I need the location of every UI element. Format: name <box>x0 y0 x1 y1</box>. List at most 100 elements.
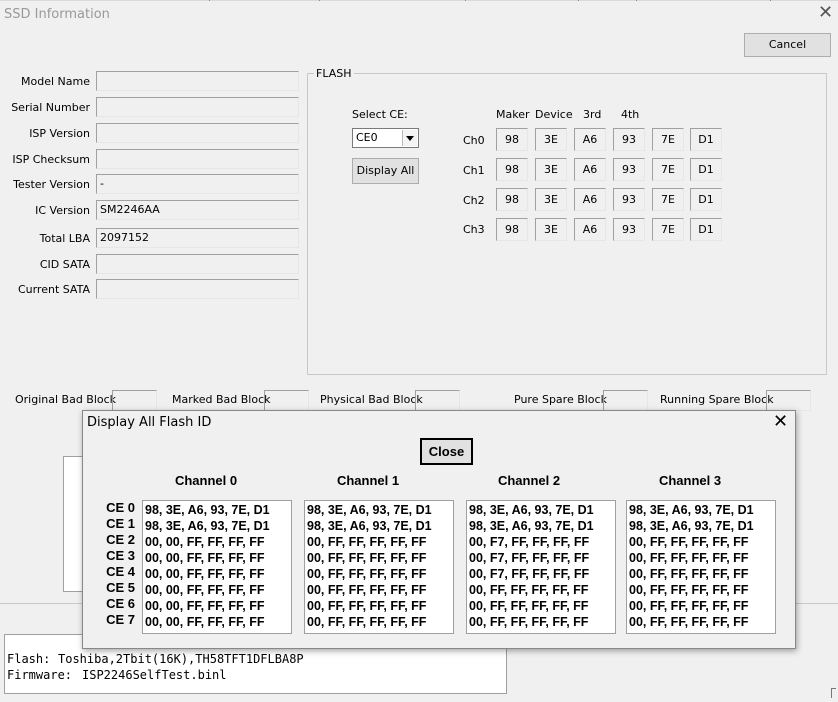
total-lba-field[interactable]: 2097152 <box>96 228 299 248</box>
ch1-byte-5[interactable]: 7E <box>652 158 684 181</box>
total-lba-label: Total LBA <box>39 232 90 245</box>
channel-3-id-list[interactable]: 98, 3E, A6, 93, 7E, D1 98, 3E, A6, 93, 7… <box>626 500 776 634</box>
channel-2-id-list[interactable]: 98, 3E, A6, 93, 7E, D1 98, 3E, A6, 93, 7… <box>466 500 616 634</box>
ch3-byte-3[interactable]: A6 <box>574 218 606 241</box>
ch3-byte-2[interactable]: 3E <box>535 218 567 241</box>
column-header-device: Device <box>535 108 573 121</box>
ch0-byte-4[interactable]: 93 <box>613 128 645 151</box>
isp-checksum-field[interactable] <box>96 149 299 169</box>
firmware-info-value: ISP2246SelfTest.binl <box>82 668 227 682</box>
marked-bad-block-label: Marked Bad Block <box>172 393 271 406</box>
list-item: 98, 3E, A6, 93, 7E, D1 <box>469 519 594 533</box>
display-all-flash-id-dialog: Display All Flash ID ✕ Close Channel 0 C… <box>82 410 796 649</box>
ch3-byte-4[interactable]: 93 <box>613 218 645 241</box>
list-item: 00, FF, FF, FF, FF, FF <box>307 583 427 597</box>
close-button[interactable]: Close <box>420 438 473 465</box>
tester-version-field[interactable]: - <box>96 174 299 194</box>
ch0-byte-6[interactable]: D1 <box>690 128 722 151</box>
serial-number-label: Serial Number <box>11 101 90 114</box>
list-item: 00, FF, FF, FF, FF, FF <box>469 615 589 629</box>
list-item: 00, FF, FF, FF, FF, FF <box>307 599 427 613</box>
display-all-button[interactable]: Display All <box>352 158 419 184</box>
cid-sata-label: CID SATA <box>39 258 90 271</box>
ch2-byte-4[interactable]: 93 <box>613 188 645 211</box>
ch2-byte-3[interactable]: A6 <box>574 188 606 211</box>
cancel-button[interactable]: Cancel <box>744 33 831 57</box>
list-item: 00, F7, FF, FF, FF, FF <box>469 551 590 565</box>
running-spare-block-field[interactable] <box>766 390 811 411</box>
channel-0-header: Channel 0 <box>174 473 238 488</box>
list-item: 98, 3E, A6, 93, 7E, D1 <box>629 519 754 533</box>
list-item: 00, FF, FF, FF, FF, FF <box>307 615 427 629</box>
channel-1-id-list[interactable]: 98, 3E, A6, 93, 7E, D1 98, 3E, A6, 93, 7… <box>304 500 454 634</box>
select-ce-value: CE0 <box>356 131 378 144</box>
ce-label: CE 2 <box>106 532 135 547</box>
pure-spare-block-field[interactable] <box>603 390 648 411</box>
model-name-label: Model Name <box>21 75 90 88</box>
current-sata-field[interactable] <box>96 279 299 299</box>
list-item: 98, 3E, A6, 93, 7E, D1 <box>629 503 754 517</box>
list-item: 00, FF, FF, FF, FF, FF <box>469 599 589 613</box>
original-bad-block-field[interactable] <box>112 390 157 411</box>
list-item: 00, 00, FF, FF, FF, FF <box>145 583 265 597</box>
column-header-4th: 4th <box>621 108 640 121</box>
ch0-byte-2[interactable]: 3E <box>535 128 567 151</box>
select-ce-label: Select CE: <box>352 108 408 121</box>
ch2-byte-5[interactable]: 7E <box>652 188 684 211</box>
cid-sata-field[interactable] <box>96 254 299 274</box>
list-item: 00, FF, FF, FF, FF, FF <box>629 599 749 613</box>
ce-label: CE 4 <box>106 564 135 579</box>
close-icon[interactable]: ✕ <box>773 412 788 432</box>
flash-info-value: Toshiba,2Tbit(16K),TH58TFT1DFLBA8P <box>58 652 304 666</box>
tester-version-label: Tester Version <box>13 178 90 191</box>
ch2-byte-2[interactable]: 3E <box>535 188 567 211</box>
marked-bad-block-field[interactable] <box>264 390 309 411</box>
physical-bad-block-field[interactable] <box>415 390 460 411</box>
list-item: 00, 00, FF, FF, FF, FF <box>145 535 265 549</box>
ch1-byte-3[interactable]: A6 <box>574 158 606 181</box>
ce-label: CE 7 <box>106 612 135 627</box>
physical-bad-block-label: Physical Bad Block <box>320 393 423 406</box>
close-icon[interactable]: ✕ <box>818 4 833 22</box>
chevron-down-icon[interactable] <box>402 130 417 146</box>
ch0-byte-1[interactable]: 98 <box>496 128 528 151</box>
firmware-info-label: Firmware: <box>7 668 73 682</box>
ic-version-field[interactable]: SM2246AA <box>96 200 299 220</box>
column-header-maker: Maker <box>496 108 530 121</box>
ch2-byte-6[interactable]: D1 <box>690 188 722 211</box>
list-item: 00, FF, FF, FF, FF, FF <box>307 567 427 581</box>
flash-info-label: Flash: <box>7 652 51 666</box>
ch1-byte-4[interactable]: 93 <box>613 158 645 181</box>
flash-group-legend: FLASH <box>314 67 354 80</box>
ch0-byte-3[interactable]: A6 <box>574 128 606 151</box>
ch0-byte-5[interactable]: 7E <box>652 128 684 151</box>
list-item: 00, F7, FF, FF, FF, FF <box>469 535 590 549</box>
ch2-byte-1[interactable]: 98 <box>496 188 528 211</box>
isp-version-field[interactable] <box>96 123 299 143</box>
serial-number-field[interactable] <box>96 97 299 117</box>
ch3-byte-5[interactable]: 7E <box>652 218 684 241</box>
list-item: 00, FF, FF, FF, FF, FF <box>469 583 589 597</box>
list-item: 00, FF, FF, FF, FF, FF <box>629 535 749 549</box>
channel-0-id-list[interactable]: 98, 3E, A6, 93, 7E, D1 98, 3E, A6, 93, 7… <box>142 500 292 634</box>
list-item: 98, 3E, A6, 93, 7E, D1 <box>307 519 432 533</box>
select-ce-dropdown[interactable]: CE0 <box>352 128 419 148</box>
original-bad-block-label: Original Bad Block <box>15 393 117 406</box>
pure-spare-block-label: Pure Spare Block <box>514 393 607 406</box>
resize-grip-icon[interactable] <box>831 688 836 698</box>
ch1-byte-1[interactable]: 98 <box>496 158 528 181</box>
column-header-3rd: 3rd <box>583 108 602 121</box>
model-name-field[interactable] <box>96 71 299 91</box>
list-item: 98, 3E, A6, 93, 7E, D1 <box>145 503 270 517</box>
list-item: 00, FF, FF, FF, FF, FF <box>629 567 749 581</box>
channel-2-header: Channel 2 <box>497 473 561 488</box>
ch1-byte-2[interactable]: 3E <box>535 158 567 181</box>
window-title: SSD Information <box>4 7 110 22</box>
ch1-byte-6[interactable]: D1 <box>690 158 722 181</box>
ch3-byte-1[interactable]: 98 <box>496 218 528 241</box>
ch3-byte-6[interactable]: D1 <box>690 218 722 241</box>
list-item: 00, FF, FF, FF, FF, FF <box>307 535 427 549</box>
isp-checksum-label: ISP Checksum <box>12 153 90 166</box>
ce-label: CE 6 <box>106 596 135 611</box>
channel-3-header: Channel 3 <box>658 473 722 488</box>
